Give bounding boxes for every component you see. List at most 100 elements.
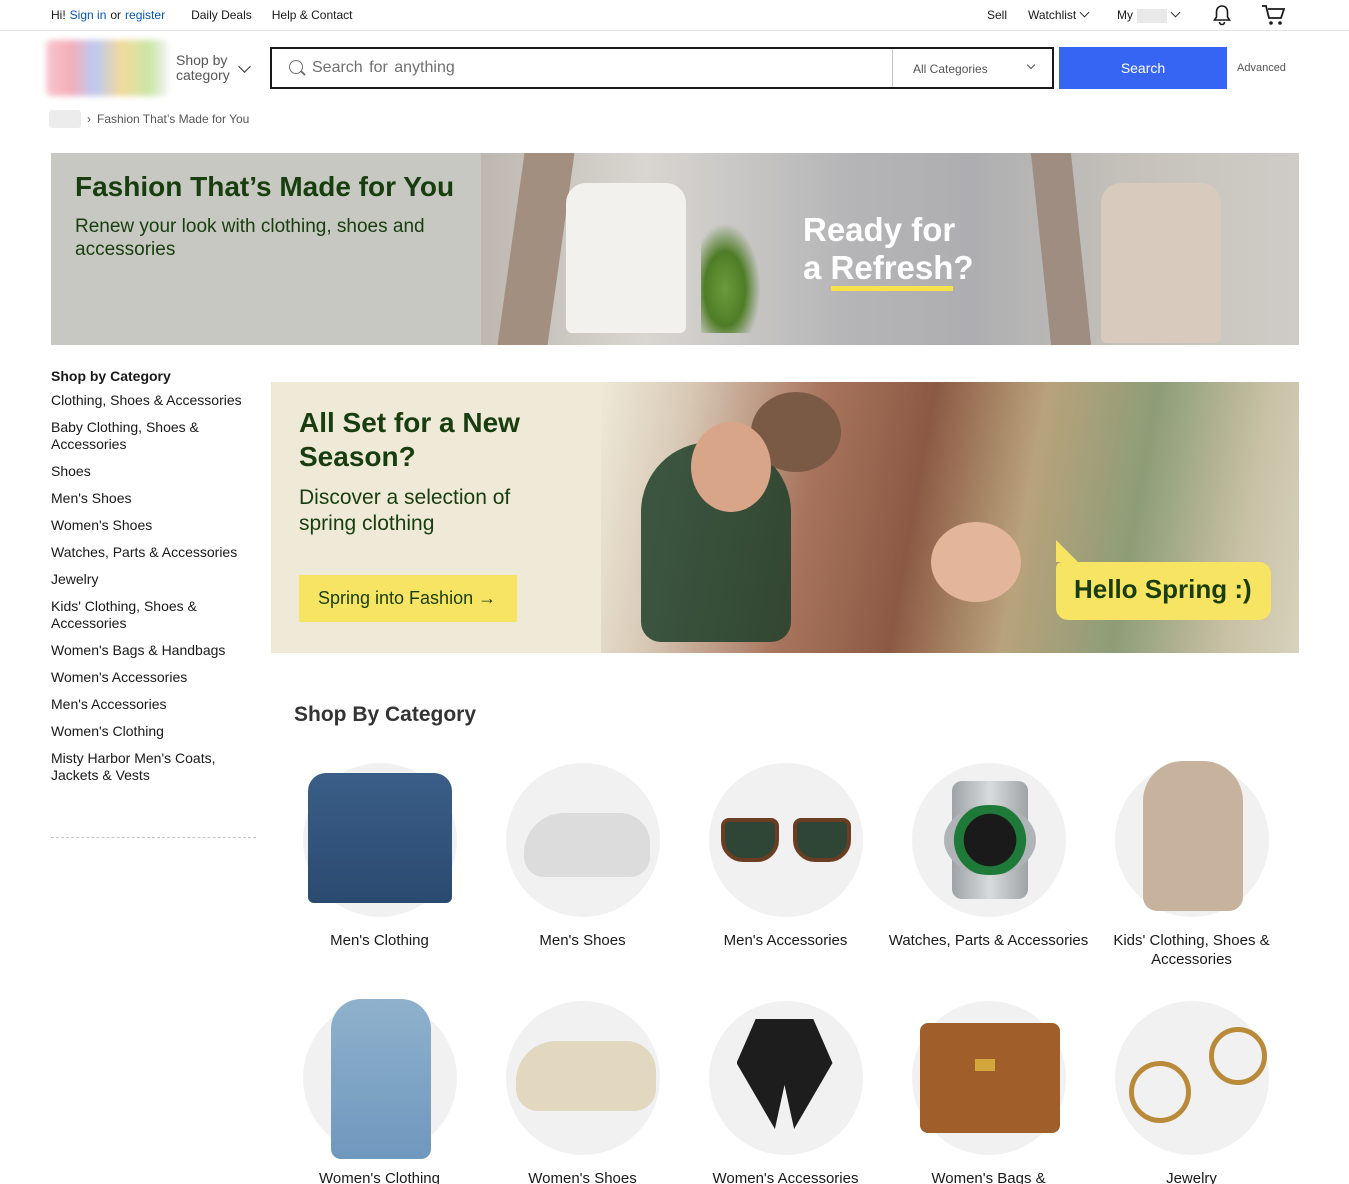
category-card[interactable]: Women's Clothing	[278, 995, 481, 1184]
search-bar: All Categories	[270, 47, 1054, 89]
speech-bubble: Hello Spring :)	[1056, 540, 1271, 620]
breadcrumb-current: Fashion That’s Made for You	[97, 112, 250, 126]
lens-shape	[720, 818, 779, 862]
hero-image-text-a: a	[803, 249, 831, 286]
hoop-shape	[1128, 1061, 1191, 1123]
sidebar-item[interactable]: Clothing, Shoes & Accessories	[51, 392, 256, 409]
category-image-circle	[708, 763, 863, 917]
shop-by-category-button[interactable]: Shop by category	[176, 53, 240, 83]
floral-dress-image	[330, 999, 431, 1159]
hero-image-panel	[1030, 153, 1092, 345]
category-card[interactable]: Women's Shoes	[481, 995, 684, 1184]
category-image-circle	[302, 999, 457, 1159]
sidebar-item[interactable]: Women's Clothing	[51, 723, 256, 740]
advanced-search-link[interactable]: Advanced	[1237, 62, 1286, 74]
category-image-circle	[1114, 761, 1269, 917]
or-text: or	[110, 8, 122, 22]
sidebar-item[interactable]: Misty Harbor Men's Coats, Jackets & Vest…	[51, 750, 256, 784]
sidebar-item[interactable]: Jewelry	[51, 571, 256, 588]
category-image-circle	[1114, 1001, 1269, 1155]
category-card[interactable]: Watches, Parts & Accessories	[887, 757, 1090, 949]
sidebar-item[interactable]: Women's Accessories	[51, 669, 256, 686]
my-ebay-dropdown[interactable]: My	[1117, 7, 1181, 23]
search-button[interactable]: Search	[1059, 47, 1227, 89]
sidebar-item[interactable]: Watches, Parts & Accessories	[51, 544, 256, 561]
beige-tshirt-image	[1101, 183, 1221, 343]
category-label: Watches, Parts & Accessories	[888, 932, 1089, 949]
breadcrumb-home-link[interactable]	[49, 110, 81, 128]
hero-subtitle: Renew your look with clothing, shoes and…	[75, 216, 425, 260]
chevron-down-icon	[1079, 7, 1090, 18]
greeting-text: Hi!	[51, 8, 66, 22]
sidebar-item[interactable]: Women's Bags & Handbags	[51, 642, 256, 659]
category-card[interactable]: Women's Accessories	[684, 995, 887, 1184]
notification-bell-icon[interactable]	[1211, 4, 1233, 29]
sign-in-link[interactable]: Sign in	[70, 8, 107, 22]
help-contact-link[interactable]: Help & Contact	[272, 8, 353, 22]
search-input[interactable]	[312, 57, 872, 79]
sidebar-title: Shop by Category	[51, 368, 171, 384]
my-label: My	[1117, 8, 1133, 22]
site-logo[interactable]	[46, 40, 168, 96]
hero-image-text-q: ?	[953, 249, 974, 286]
daily-deals-link[interactable]: Daily Deals	[191, 8, 252, 22]
chunky-sneaker-image	[515, 1041, 656, 1111]
sidebar-item[interactable]: Men's Shoes	[51, 490, 256, 507]
knit-romper-image	[1142, 761, 1243, 911]
sneaker-image	[523, 813, 650, 877]
category-card[interactable]: Men's Clothing	[278, 757, 481, 949]
hero-banner[interactable]: Fashion That’s Made for You Renew your l…	[51, 153, 1299, 345]
sidebar-item[interactable]: Baby Clothing, Shoes & Accessories	[51, 419, 256, 453]
category-card[interactable]: Jewelry	[1090, 995, 1293, 1184]
hero-title: Fashion That’s Made for You	[75, 171, 455, 202]
category-image-circle	[505, 763, 660, 917]
lens-shape	[792, 818, 851, 862]
category-section-title: Shop By Category	[294, 703, 477, 726]
search-icon	[289, 60, 303, 74]
sidebar-list: Clothing, Shoes & Accessories Baby Cloth…	[51, 392, 256, 784]
chevron-down-icon[interactable]	[238, 60, 251, 73]
category-card[interactable]: Men's Shoes	[481, 757, 684, 949]
silk-scarf-image	[736, 1019, 833, 1129]
category-image-circle	[708, 1001, 863, 1155]
category-card[interactable]: Men's Accessories	[684, 757, 887, 949]
category-card[interactable]: Kids' Clothing, Shoes & Accessories	[1090, 757, 1293, 968]
category-image-circle	[911, 1001, 1066, 1155]
sidebar-item[interactable]: Women's Shoes	[51, 517, 256, 534]
sunglasses-image	[719, 808, 859, 868]
category-image-circle	[911, 763, 1066, 917]
sell-link[interactable]: Sell	[987, 8, 1007, 22]
category-image-circle	[505, 1001, 660, 1155]
watchlist-dropdown[interactable]: Watchlist	[1028, 7, 1090, 22]
category-label: Women's Bags &	[931, 1170, 1046, 1184]
chevron-down-icon	[1170, 7, 1181, 18]
category-label: Jewelry	[1166, 1170, 1217, 1184]
promo-subtitle: Discover a selection of spring clothing	[299, 486, 511, 535]
child-face-shape	[931, 522, 1021, 602]
shop-by-category-label: Shop by category	[176, 52, 230, 83]
sidebar-divider	[51, 837, 256, 838]
white-tshirt-image	[566, 183, 686, 333]
breadcrumb-separator-icon: ›	[87, 112, 91, 126]
category-label: Men's Shoes	[539, 932, 626, 949]
category-label: Men's Accessories	[723, 932, 848, 949]
hoop-shape	[1208, 1027, 1267, 1085]
promo-title: All Set for a New Season?	[299, 407, 520, 472]
hero-image-text-line2: a Refresh?	[803, 249, 974, 291]
category-select[interactable]: All Categories	[892, 49, 1052, 87]
sidebar-item[interactable]: Men's Accessories	[51, 696, 256, 713]
register-link[interactable]: register	[125, 8, 165, 22]
wristwatch-image	[943, 781, 1036, 899]
blurred-username	[1137, 8, 1167, 23]
watchlist-label: Watchlist	[1028, 8, 1077, 22]
category-select-value: All Categories	[913, 62, 988, 76]
sidebar-item[interactable]: Kids' Clothing, Shoes & Accessories	[51, 598, 256, 632]
category-card[interactable]: Women's Bags &	[887, 995, 1090, 1184]
category-label: Women's Clothing	[319, 1170, 440, 1184]
spring-into-fashion-button[interactable]: Spring into Fashion →	[299, 575, 517, 622]
cart-icon[interactable]	[1261, 4, 1286, 29]
child-face-shape	[691, 422, 771, 512]
sidebar-item[interactable]: Shoes	[51, 463, 256, 480]
promo-banner[interactable]: All Set for a New Season? Discover a sel…	[271, 382, 1299, 653]
category-label: Men's Clothing	[330, 932, 429, 949]
